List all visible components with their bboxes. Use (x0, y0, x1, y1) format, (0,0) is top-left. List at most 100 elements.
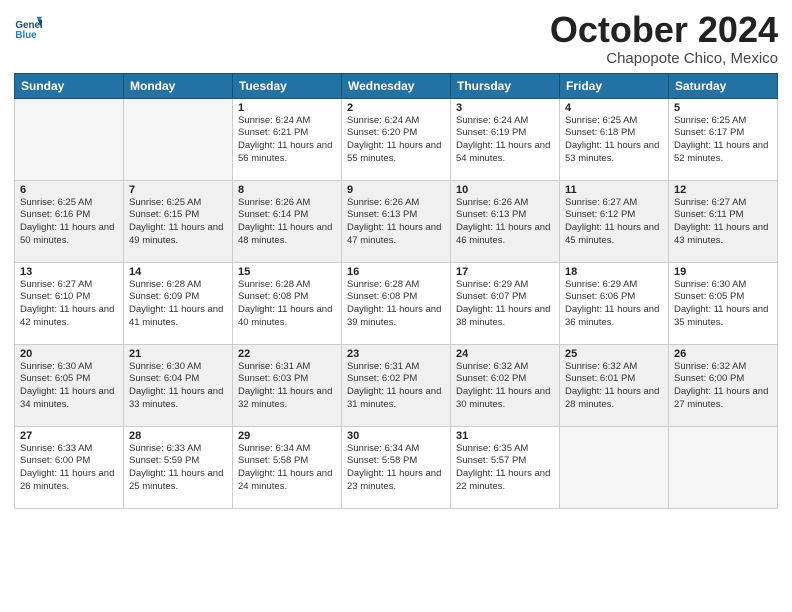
day-number: 5 (674, 102, 772, 114)
table-row: 2Sunrise: 6:24 AM Sunset: 6:20 PM Daylig… (342, 98, 451, 180)
table-row: 4Sunrise: 6:25 AM Sunset: 6:18 PM Daylig… (560, 98, 669, 180)
col-tuesday: Tuesday (233, 73, 342, 98)
day-number: 24 (456, 348, 554, 360)
day-info: Sunrise: 6:34 AM Sunset: 5:58 PM Dayligh… (238, 443, 336, 494)
day-number: 16 (347, 266, 445, 278)
day-number: 18 (565, 266, 663, 278)
day-info: Sunrise: 6:29 AM Sunset: 6:06 PM Dayligh… (565, 279, 663, 330)
table-row (124, 98, 233, 180)
table-row: 17Sunrise: 6:29 AM Sunset: 6:07 PM Dayli… (451, 262, 560, 344)
day-info: Sunrise: 6:26 AM Sunset: 6:14 PM Dayligh… (238, 197, 336, 248)
title-block: October 2024 Chapopote Chico, Mexico (550, 10, 778, 67)
table-row: 9Sunrise: 6:26 AM Sunset: 6:13 PM Daylig… (342, 180, 451, 262)
day-info: Sunrise: 6:32 AM Sunset: 6:02 PM Dayligh… (456, 361, 554, 412)
calendar-row-3: 13Sunrise: 6:27 AM Sunset: 6:10 PM Dayli… (15, 262, 778, 344)
day-number: 11 (565, 184, 663, 196)
col-monday: Monday (124, 73, 233, 98)
day-info: Sunrise: 6:25 AM Sunset: 6:17 PM Dayligh… (674, 115, 772, 166)
header-row: Sunday Monday Tuesday Wednesday Thursday… (15, 73, 778, 98)
table-row: 13Sunrise: 6:27 AM Sunset: 6:10 PM Dayli… (15, 262, 124, 344)
day-info: Sunrise: 6:33 AM Sunset: 6:00 PM Dayligh… (20, 443, 118, 494)
table-row: 3Sunrise: 6:24 AM Sunset: 6:19 PM Daylig… (451, 98, 560, 180)
day-number: 3 (456, 102, 554, 114)
day-info: Sunrise: 6:24 AM Sunset: 6:19 PM Dayligh… (456, 115, 554, 166)
table-row: 16Sunrise: 6:28 AM Sunset: 6:08 PM Dayli… (342, 262, 451, 344)
day-info: Sunrise: 6:29 AM Sunset: 6:07 PM Dayligh… (456, 279, 554, 330)
day-number: 22 (238, 348, 336, 360)
table-row: 10Sunrise: 6:26 AM Sunset: 6:13 PM Dayli… (451, 180, 560, 262)
col-sunday: Sunday (15, 73, 124, 98)
day-number: 6 (20, 184, 118, 196)
col-saturday: Saturday (669, 73, 778, 98)
day-info: Sunrise: 6:28 AM Sunset: 6:09 PM Dayligh… (129, 279, 227, 330)
table-row: 12Sunrise: 6:27 AM Sunset: 6:11 PM Dayli… (669, 180, 778, 262)
day-number: 10 (456, 184, 554, 196)
table-row: 21Sunrise: 6:30 AM Sunset: 6:04 PM Dayli… (124, 344, 233, 426)
calendar-row-5: 27Sunrise: 6:33 AM Sunset: 6:00 PM Dayli… (15, 426, 778, 508)
table-row: 8Sunrise: 6:26 AM Sunset: 6:14 PM Daylig… (233, 180, 342, 262)
table-row: 15Sunrise: 6:28 AM Sunset: 6:08 PM Dayli… (233, 262, 342, 344)
day-info: Sunrise: 6:28 AM Sunset: 6:08 PM Dayligh… (347, 279, 445, 330)
table-row: 29Sunrise: 6:34 AM Sunset: 5:58 PM Dayli… (233, 426, 342, 508)
day-number: 23 (347, 348, 445, 360)
table-row (15, 98, 124, 180)
calendar-row-1: 1Sunrise: 6:24 AM Sunset: 6:21 PM Daylig… (15, 98, 778, 180)
day-number: 20 (20, 348, 118, 360)
month-title: October 2024 (550, 10, 778, 50)
day-info: Sunrise: 6:28 AM Sunset: 6:08 PM Dayligh… (238, 279, 336, 330)
table-row: 14Sunrise: 6:28 AM Sunset: 6:09 PM Dayli… (124, 262, 233, 344)
col-thursday: Thursday (451, 73, 560, 98)
day-number: 27 (20, 430, 118, 442)
day-info: Sunrise: 6:25 AM Sunset: 6:18 PM Dayligh… (565, 115, 663, 166)
page: General Blue October 2024 Chapopote Chic… (0, 0, 792, 612)
day-info: Sunrise: 6:34 AM Sunset: 5:58 PM Dayligh… (347, 443, 445, 494)
table-row: 11Sunrise: 6:27 AM Sunset: 6:12 PM Dayli… (560, 180, 669, 262)
logo: General Blue (14, 14, 44, 42)
table-row: 5Sunrise: 6:25 AM Sunset: 6:17 PM Daylig… (669, 98, 778, 180)
table-row: 27Sunrise: 6:33 AM Sunset: 6:00 PM Dayli… (15, 426, 124, 508)
day-number: 12 (674, 184, 772, 196)
day-number: 1 (238, 102, 336, 114)
table-row (669, 426, 778, 508)
table-row: 19Sunrise: 6:30 AM Sunset: 6:05 PM Dayli… (669, 262, 778, 344)
day-info: Sunrise: 6:30 AM Sunset: 6:05 PM Dayligh… (674, 279, 772, 330)
day-info: Sunrise: 6:30 AM Sunset: 6:05 PM Dayligh… (20, 361, 118, 412)
day-info: Sunrise: 6:25 AM Sunset: 6:15 PM Dayligh… (129, 197, 227, 248)
day-number: 4 (565, 102, 663, 114)
day-number: 15 (238, 266, 336, 278)
table-row: 7Sunrise: 6:25 AM Sunset: 6:15 PM Daylig… (124, 180, 233, 262)
day-number: 2 (347, 102, 445, 114)
day-number: 21 (129, 348, 227, 360)
day-number: 31 (456, 430, 554, 442)
day-number: 8 (238, 184, 336, 196)
table-row: 23Sunrise: 6:31 AM Sunset: 6:02 PM Dayli… (342, 344, 451, 426)
logo-icon: General Blue (14, 14, 42, 42)
day-info: Sunrise: 6:31 AM Sunset: 6:02 PM Dayligh… (347, 361, 445, 412)
header: General Blue October 2024 Chapopote Chic… (14, 10, 778, 67)
day-info: Sunrise: 6:33 AM Sunset: 5:59 PM Dayligh… (129, 443, 227, 494)
day-info: Sunrise: 6:25 AM Sunset: 6:16 PM Dayligh… (20, 197, 118, 248)
day-number: 28 (129, 430, 227, 442)
col-wednesday: Wednesday (342, 73, 451, 98)
day-info: Sunrise: 6:27 AM Sunset: 6:11 PM Dayligh… (674, 197, 772, 248)
calendar-row-4: 20Sunrise: 6:30 AM Sunset: 6:05 PM Dayli… (15, 344, 778, 426)
day-number: 30 (347, 430, 445, 442)
table-row: 28Sunrise: 6:33 AM Sunset: 5:59 PM Dayli… (124, 426, 233, 508)
svg-text:Blue: Blue (15, 30, 37, 41)
day-info: Sunrise: 6:26 AM Sunset: 6:13 PM Dayligh… (347, 197, 445, 248)
day-info: Sunrise: 6:35 AM Sunset: 5:57 PM Dayligh… (456, 443, 554, 494)
table-row: 20Sunrise: 6:30 AM Sunset: 6:05 PM Dayli… (15, 344, 124, 426)
table-row: 1Sunrise: 6:24 AM Sunset: 6:21 PM Daylig… (233, 98, 342, 180)
day-number: 17 (456, 266, 554, 278)
day-number: 26 (674, 348, 772, 360)
calendar: Sunday Monday Tuesday Wednesday Thursday… (14, 73, 778, 509)
table-row: 31Sunrise: 6:35 AM Sunset: 5:57 PM Dayli… (451, 426, 560, 508)
day-number: 29 (238, 430, 336, 442)
table-row: 30Sunrise: 6:34 AM Sunset: 5:58 PM Dayli… (342, 426, 451, 508)
table-row: 24Sunrise: 6:32 AM Sunset: 6:02 PM Dayli… (451, 344, 560, 426)
day-info: Sunrise: 6:24 AM Sunset: 6:21 PM Dayligh… (238, 115, 336, 166)
day-info: Sunrise: 6:32 AM Sunset: 6:00 PM Dayligh… (674, 361, 772, 412)
day-number: 9 (347, 184, 445, 196)
col-friday: Friday (560, 73, 669, 98)
day-number: 19 (674, 266, 772, 278)
